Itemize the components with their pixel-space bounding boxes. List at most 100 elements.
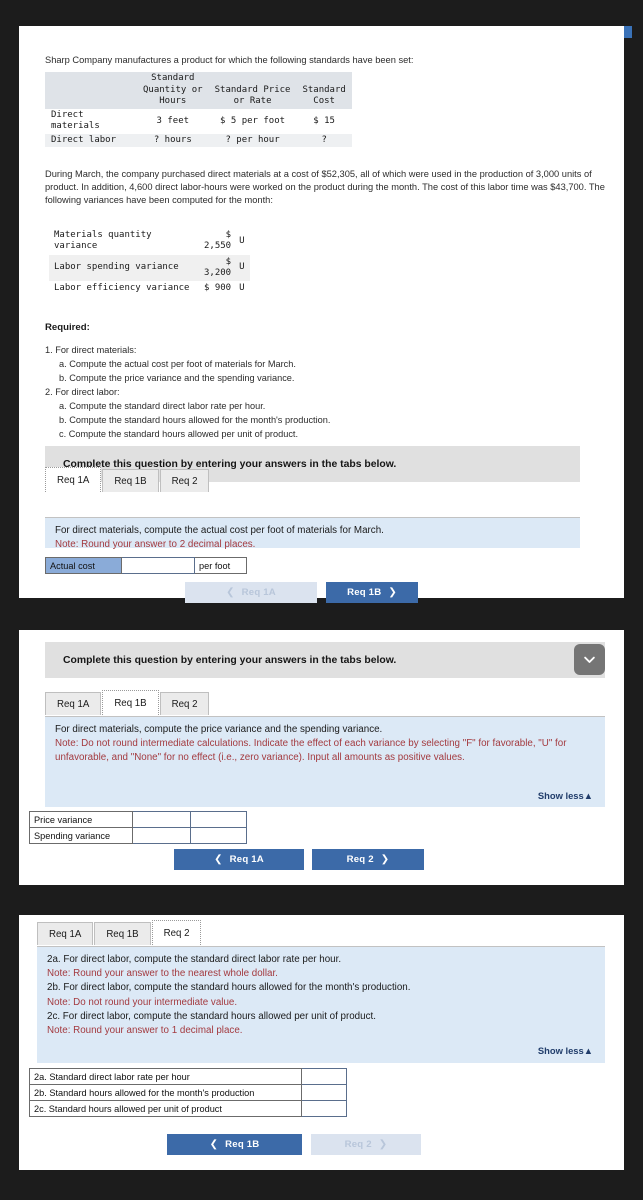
required-item: c. Compute the standard hours allowed pe… bbox=[59, 428, 299, 439]
table-row: 2c. Standard hours allowed per unit of p… bbox=[29, 1100, 347, 1117]
variance-amount: $ 3,200 bbox=[199, 254, 237, 281]
tab-req-1b[interactable]: Req 1B bbox=[94, 922, 151, 945]
prompt-text: 2a. For direct labor, compute the standa… bbox=[47, 954, 342, 965]
tab-bar: Req 1A Req 1B Req 2 bbox=[45, 467, 210, 492]
next-button-label: Req 2 bbox=[344, 1139, 372, 1150]
complete-question-bar: Complete this question by entering your … bbox=[45, 642, 605, 678]
tab-req-2[interactable]: Req 2 bbox=[151, 920, 202, 945]
table-row: Direct labor ? hours ? per hour ? bbox=[45, 133, 352, 147]
prev-button-label: Req 1B bbox=[225, 1139, 260, 1150]
chevron-left-icon: ❮ bbox=[226, 587, 235, 598]
answer-row-label: 2a. Standard direct labor rate per hour bbox=[29, 1068, 302, 1085]
question-paragraph-text: During March, the company purchased dire… bbox=[45, 169, 605, 206]
next-button-label: Req 2 bbox=[346, 854, 374, 865]
prompt-req1b: For direct materials, compute the price … bbox=[45, 717, 605, 807]
question-panel-req1a: Sharp Company manufactures a product for… bbox=[19, 26, 624, 603]
tab-label: Req 1B bbox=[106, 928, 139, 940]
question-panel-req2: Req 1A Req 1B Req 2 2a. For direct labor… bbox=[19, 915, 624, 1170]
answer-row-label: Spending variance bbox=[29, 827, 133, 844]
spending-variance-effect-input[interactable] bbox=[190, 827, 247, 844]
std-row-price: ? per hour bbox=[208, 133, 297, 147]
tab-req-1b[interactable]: Req 1B bbox=[102, 469, 159, 492]
prompt-note: Note: Do not round your intermediate val… bbox=[47, 996, 238, 1008]
required-item: a. Compute the actual cost per foot of m… bbox=[59, 358, 296, 369]
prompt-req2: 2a. For direct labor, compute the standa… bbox=[37, 947, 605, 1063]
tab-label: Req 1A bbox=[57, 474, 90, 486]
show-less-link[interactable]: Show less▲ bbox=[538, 1044, 593, 1058]
show-less-label: Show less bbox=[537, 790, 584, 802]
chevron-right-icon: ❯ bbox=[378, 1139, 388, 1150]
required-item: 2. For direct labor: bbox=[45, 386, 120, 397]
answer-row-label: 2c. Standard hours allowed per unit of p… bbox=[29, 1100, 302, 1117]
std-row-price: $ 5 per foot bbox=[220, 115, 286, 126]
variances-table: Materials quantity variance $ 2,550 U La… bbox=[49, 228, 250, 296]
screenshot-root: Sharp Company manufactures a product for… bbox=[0, 0, 643, 1200]
std-row-qty: 3 feet bbox=[156, 115, 190, 126]
table-row: Materials quantity variance $ 2,550 U bbox=[49, 228, 250, 255]
tab-label: Req 1A bbox=[57, 698, 90, 710]
std-row-cost: $ 15 bbox=[313, 115, 335, 126]
variance-amount: $ 2,550 bbox=[204, 230, 232, 252]
next-button-req2[interactable]: Req 2 ❯ bbox=[311, 1134, 421, 1155]
tab-req-1a[interactable]: Req 1A bbox=[45, 467, 102, 492]
table-row: Labor efficiency variance $ 900 U bbox=[49, 281, 250, 296]
tab-req-2[interactable]: Req 2 bbox=[159, 692, 210, 715]
prev-button-req1a[interactable]: ❮ Req 1A bbox=[174, 849, 304, 870]
standard-labor-rate-input[interactable] bbox=[301, 1068, 347, 1085]
table-row: 2a. Standard direct labor rate per hour bbox=[29, 1068, 347, 1085]
caret-up-icon: ▲ bbox=[583, 1045, 593, 1057]
tab-req-1a[interactable]: Req 1A bbox=[45, 692, 102, 715]
tab-label: Req 2 bbox=[171, 698, 198, 710]
standards-table-header-row: Standard Quantity or Hours Standard Pric… bbox=[45, 72, 352, 110]
standards-header-cost: Standard Cost bbox=[296, 72, 352, 110]
variance-label: Labor spending variance bbox=[49, 254, 199, 281]
chevron-right-icon: ❯ bbox=[388, 587, 397, 598]
tab-label: Req 2 bbox=[171, 475, 198, 487]
answer-row-label: Actual cost bbox=[45, 557, 122, 574]
tab-bar: Req 1A Req 1B Req 2 bbox=[37, 920, 202, 945]
prompt-note: Note: Do not round intermediate calculat… bbox=[55, 738, 567, 764]
std-row-label: Direct labor bbox=[45, 133, 137, 147]
chevron-left-icon: ❮ bbox=[214, 854, 223, 865]
caret-up-icon: ▲ bbox=[583, 790, 593, 802]
tab-bar: Req 1A Req 1B Req 2 bbox=[45, 690, 210, 715]
variance-amount: $ 900 bbox=[204, 283, 232, 293]
table-row: Direct materials 3 feet $ 5 per foot $ 1… bbox=[45, 109, 352, 134]
prev-button-req1a[interactable]: ❮ Req 1A bbox=[185, 582, 317, 603]
tab-req-1a[interactable]: Req 1A bbox=[37, 922, 94, 945]
standards-header-price: Standard Price or Rate bbox=[208, 72, 297, 110]
standard-hours-unit-input[interactable] bbox=[301, 1100, 347, 1117]
show-less-link[interactable]: Show less▲ bbox=[538, 789, 593, 803]
chevron-right-icon: ❯ bbox=[380, 854, 390, 865]
spending-variance-amount-input[interactable] bbox=[132, 827, 191, 844]
answer-row-label: Price variance bbox=[29, 811, 133, 828]
tab-label: Req 1B bbox=[114, 475, 147, 487]
question-panel-req1b: Complete this question by entering your … bbox=[19, 630, 624, 885]
standards-header-quantity: Standard Quantity or Hours bbox=[137, 72, 209, 110]
prompt-note: Note: Round your answer to the nearest w… bbox=[47, 968, 278, 980]
chevron-left-icon: ❮ bbox=[209, 1139, 219, 1150]
price-variance-amount-input[interactable] bbox=[132, 811, 191, 828]
table-row: 2b. Standard hours allowed for the month… bbox=[29, 1084, 347, 1101]
next-button-req2[interactable]: Req 2 ❯ bbox=[312, 849, 424, 870]
variance-flag: U bbox=[236, 254, 250, 281]
required-list: 1. For direct materials: a. Compute the … bbox=[45, 344, 465, 442]
std-row-qty: ? hours bbox=[137, 133, 209, 147]
answer-row-label: 2b. Standard hours allowed for the month… bbox=[29, 1084, 302, 1101]
variance-label: Materials quantity variance bbox=[54, 230, 152, 252]
price-variance-effect-input[interactable] bbox=[190, 811, 247, 828]
prev-button-label: Req 1A bbox=[229, 854, 264, 865]
tab-label: Req 1B bbox=[114, 697, 147, 709]
required-item: b. Compute the standard hours allowed fo… bbox=[59, 414, 331, 425]
collapse-toggle-button[interactable] bbox=[574, 644, 605, 675]
prompt-text: For direct materials, compute the actual… bbox=[55, 525, 384, 536]
tab-req-2[interactable]: Req 2 bbox=[159, 469, 210, 492]
variance-flag: U bbox=[239, 283, 245, 293]
std-row-label: Direct materials bbox=[51, 110, 100, 132]
next-button-req1b[interactable]: Req 1B ❯ bbox=[326, 582, 418, 603]
prev-button-req1b[interactable]: ❮ Req 1B bbox=[167, 1134, 302, 1155]
standard-hours-month-input[interactable] bbox=[301, 1084, 347, 1101]
tab-label: Req 2 bbox=[163, 927, 190, 939]
tab-req-1b[interactable]: Req 1B bbox=[102, 690, 159, 715]
actual-cost-input-cell[interactable] bbox=[121, 557, 195, 574]
